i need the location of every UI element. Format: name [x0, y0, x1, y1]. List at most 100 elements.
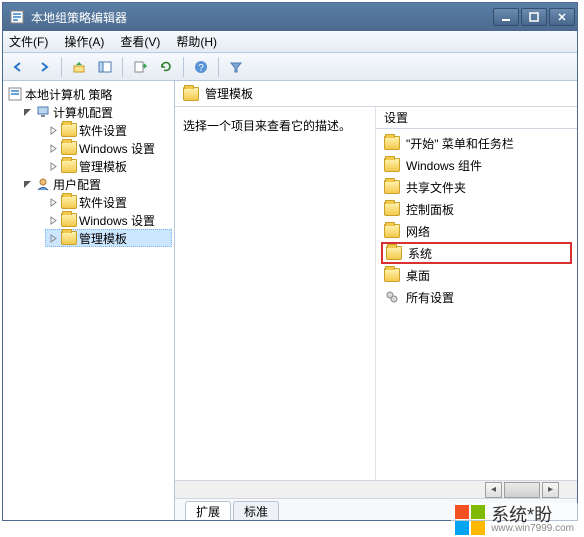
export-button[interactable]: [129, 56, 151, 78]
tree-pane: 本地计算机 策略 计算机配置 软件设置 Windows 设置: [3, 81, 175, 520]
user-icon: [35, 176, 51, 192]
settings-header-label: 设置: [384, 109, 408, 126]
windows-logo-icon: [455, 505, 485, 535]
expand-icon[interactable]: [47, 142, 59, 154]
tree-item-software[interactable]: 软件设置: [45, 193, 172, 211]
tree-label: 软件设置: [79, 122, 127, 139]
content-title: 管理模板: [205, 85, 253, 102]
minimize-button[interactable]: [493, 8, 519, 26]
tree-item-software[interactable]: 软件设置: [45, 121, 172, 139]
scroll-right-button[interactable]: ▸: [542, 482, 559, 498]
settings-item-label: Windows 组件: [406, 157, 482, 174]
settings-item-all[interactable]: 所有设置: [382, 287, 571, 307]
folder-icon: [61, 231, 77, 245]
policy-icon: [7, 86, 23, 102]
tree-label: 计算机配置: [53, 104, 113, 121]
menu-action[interactable]: 操作(A): [64, 33, 104, 50]
filter-button[interactable]: [225, 56, 247, 78]
up-button[interactable]: [68, 56, 90, 78]
folder-icon: [61, 159, 77, 173]
watermark-url: www.win7999.com: [491, 524, 574, 534]
menu-view[interactable]: 查看(V): [120, 33, 160, 50]
help-button[interactable]: ?: [190, 56, 212, 78]
titlebar: 本地组策略编辑器: [3, 3, 577, 31]
folder-icon: [183, 87, 199, 101]
folder-icon: [61, 123, 77, 137]
settings-item[interactable]: "开始" 菜单和任务栏: [382, 133, 571, 153]
toolbar-separator: [61, 57, 62, 77]
folder-icon: [384, 224, 400, 238]
folder-icon: [384, 136, 400, 150]
tree-item-windows[interactable]: Windows 设置: [45, 139, 172, 157]
description-text: 选择一个项目来查看它的描述。: [183, 119, 351, 133]
menu-help[interactable]: 帮助(H): [176, 33, 217, 50]
main-body: 本地计算机 策略 计算机配置 软件设置 Windows 设置: [3, 81, 577, 520]
back-button[interactable]: [7, 56, 29, 78]
expand-icon[interactable]: [47, 214, 59, 226]
folder-icon: [384, 268, 400, 282]
tree-item-windows[interactable]: Windows 设置: [45, 211, 172, 229]
computer-icon: [35, 104, 51, 120]
expand-icon[interactable]: [47, 196, 59, 208]
menu-file[interactable]: 文件(F): [9, 33, 48, 50]
description-column: 选择一个项目来查看它的描述。: [175, 107, 375, 520]
tree-item-admin[interactable]: 管理模板: [45, 157, 172, 175]
folder-icon: [386, 246, 402, 260]
settings-item-label: 系统: [408, 245, 432, 262]
settings-item[interactable]: 桌面: [382, 265, 571, 285]
settings-item[interactable]: 网络: [382, 221, 571, 241]
expand-icon[interactable]: [47, 124, 59, 136]
menubar: 文件(F) 操作(A) 查看(V) 帮助(H): [3, 31, 577, 53]
tab-extended[interactable]: 扩展: [185, 501, 231, 520]
settings-item-label: 所有设置: [406, 289, 454, 306]
refresh-button[interactable]: [155, 56, 177, 78]
tree-label: 软件设置: [79, 194, 127, 211]
scroll-thumb[interactable]: [504, 482, 540, 498]
close-button[interactable]: [549, 8, 575, 26]
folder-icon: [61, 141, 77, 155]
tree-root-label: 本地计算机 策略: [25, 86, 112, 103]
settings-item[interactable]: 系统: [382, 243, 571, 263]
collapse-icon[interactable]: [21, 106, 33, 118]
settings-item[interactable]: 控制面板: [382, 199, 571, 219]
window-title: 本地组策略编辑器: [31, 9, 127, 26]
settings-item[interactable]: Windows 组件: [382, 155, 571, 175]
app-window: 本地组策略编辑器 文件(F) 操作(A) 查看(V) 帮助(H): [2, 2, 578, 521]
app-icon: [9, 9, 25, 25]
tree-item-admin-selected[interactable]: 管理模板: [45, 229, 172, 247]
watermark-brand: 系统*盼: [491, 506, 574, 524]
tree-label: 管理模板: [79, 230, 127, 247]
content-pane: 管理模板 选择一个项目来查看它的描述。 设置 "开始" 菜单和任务栏 Window…: [175, 81, 577, 520]
scroll-left-button[interactable]: ◂: [485, 482, 502, 498]
tree-label: Windows 设置: [79, 140, 155, 157]
show-hide-tree-button[interactable]: [94, 56, 116, 78]
toolbar: ?: [3, 53, 577, 81]
expand-icon[interactable]: [47, 160, 59, 172]
settings-item[interactable]: 共享文件夹: [382, 177, 571, 197]
tree-label: 管理模板: [79, 158, 127, 175]
toolbar-separator: [183, 57, 184, 77]
tree-label: 用户配置: [53, 176, 101, 193]
maximize-button[interactable]: [521, 8, 547, 26]
folder-icon: [384, 202, 400, 216]
tree-computer-config[interactable]: 计算机配置: [19, 103, 172, 121]
forward-button[interactable]: [33, 56, 55, 78]
tree-user-config[interactable]: 用户配置: [19, 175, 172, 193]
toolbar-separator: [122, 57, 123, 77]
collapse-icon[interactable]: [21, 178, 33, 190]
horizontal-scrollbar[interactable]: ◂ ▸: [175, 480, 577, 498]
folder-icon: [61, 195, 77, 209]
tree-root[interactable]: 本地计算机 策略: [5, 85, 172, 103]
settings-item-label: 控制面板: [406, 201, 454, 218]
settings-item-label: 网络: [406, 223, 430, 240]
settings-item-label: 共享文件夹: [406, 179, 466, 196]
watermark: 系统*盼 www.win7999.com: [451, 503, 578, 537]
svg-text:?: ?: [198, 63, 204, 74]
settings-column: 设置 "开始" 菜单和任务栏 Windows 组件共享文件夹控制面板网络系统桌面所…: [375, 107, 577, 520]
folder-icon: [384, 158, 400, 172]
settings-header[interactable]: 设置: [376, 107, 577, 129]
tab-standard[interactable]: 标准: [233, 501, 279, 520]
content-header: 管理模板: [175, 81, 577, 107]
expand-icon[interactable]: [47, 232, 59, 244]
toolbar-separator: [218, 57, 219, 77]
